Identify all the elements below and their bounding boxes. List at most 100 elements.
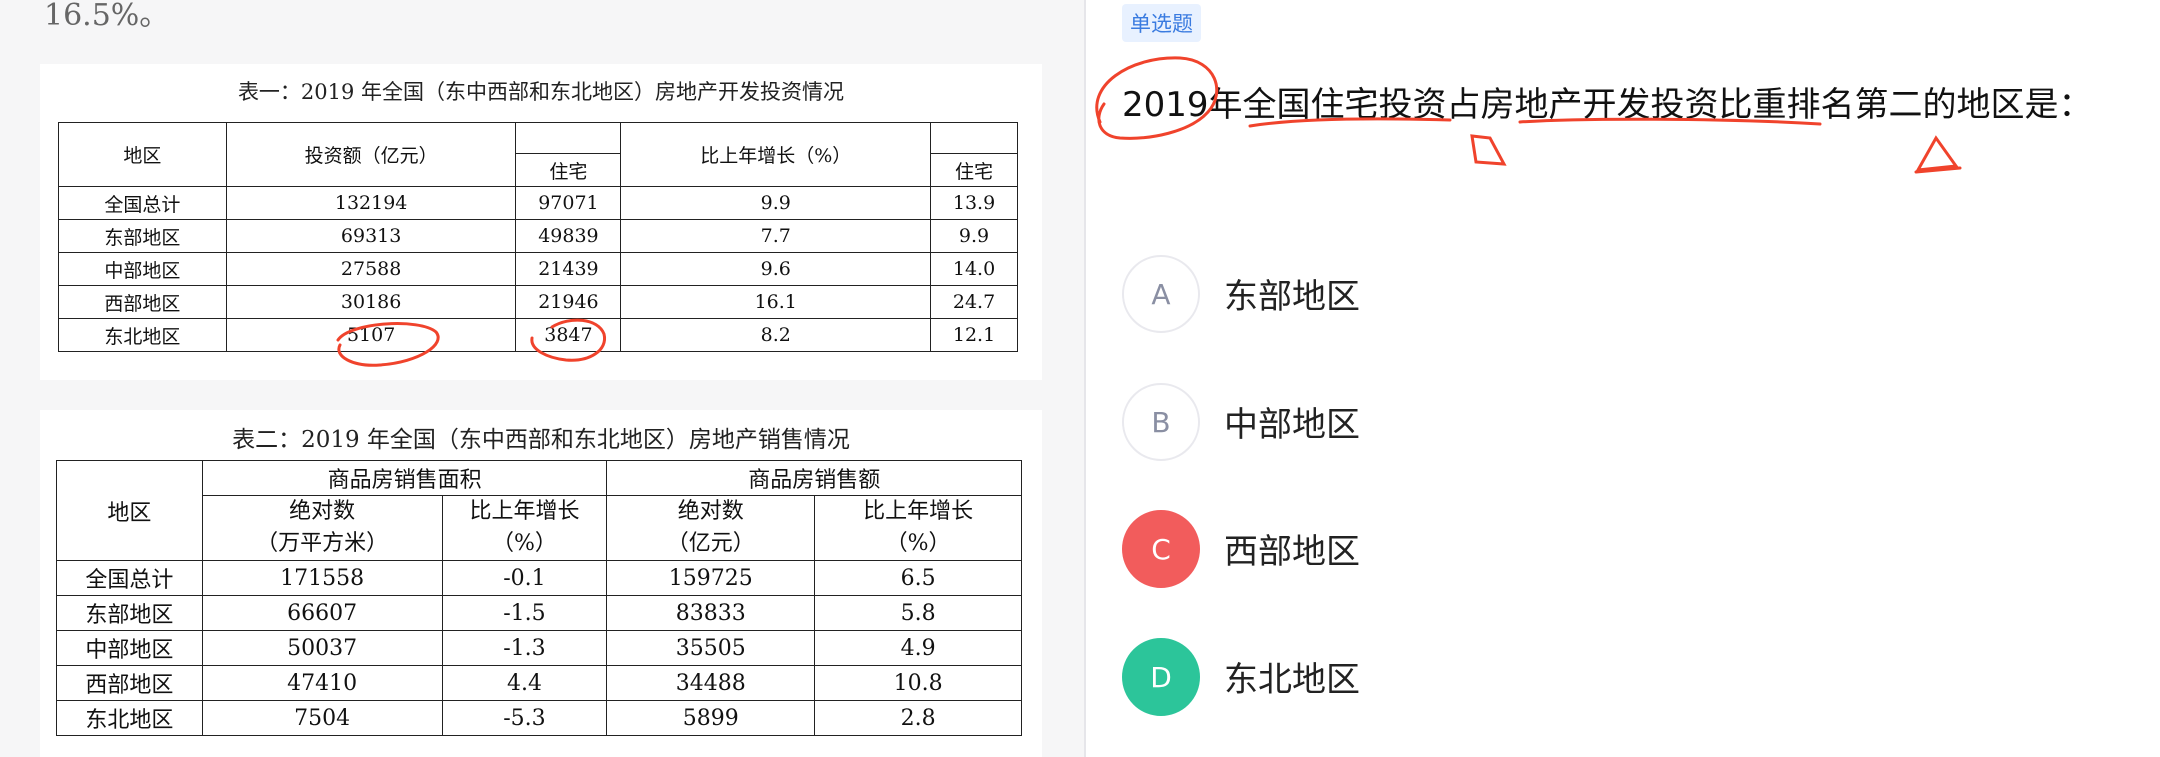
row-region: 东部地区 — [56, 595, 203, 631]
row-region: 西部地区 — [58, 285, 227, 319]
header-area-growth: 比上年增长 （%） — [441, 495, 608, 561]
header-line: 比上年增长 — [469, 499, 580, 524]
table-cell: 132194 — [225, 186, 517, 220]
table2-title: 表二：2019 年全国（东中西部和东北地区）房地产销售情况 — [232, 427, 850, 453]
table-cell: 16.1 — [620, 285, 932, 319]
table-cell: -5.3 — [441, 700, 608, 736]
question-type-badge: 单选题 — [1122, 4, 1201, 42]
table-row: 中部地区 27588 21439 9.6 14.0 — [58, 252, 1018, 286]
table-cell: 97071 — [515, 186, 622, 220]
table-cell: 9.9 — [620, 186, 932, 220]
table-cell: 35505 — [606, 630, 816, 666]
table-cell: -1.5 — [441, 595, 608, 631]
option-b[interactable]: B 中部地区 — [1122, 383, 1722, 463]
table-cell: 50037 — [201, 630, 443, 666]
header-amount-group: 商品房销售额 — [606, 460, 1022, 496]
header-line: 绝对数 — [677, 499, 744, 524]
row-region: 全国总计 — [56, 560, 203, 596]
sales-table: 地区 商品房销售面积 商品房销售额 绝对数 （万平方米） 比上年增长 （%） 绝对数… — [56, 460, 1022, 736]
table-cell: 7.7 — [620, 219, 932, 253]
table-cell: 8.2 — [620, 318, 932, 352]
header-line: （亿元） — [666, 531, 755, 556]
investment-table: 地区 投资额（亿元） 比上年增长（%） 住宅 住宅 全国总计 132194 9707… — [58, 122, 1018, 352]
header-residential: 住宅 — [515, 153, 622, 187]
option-letter: D — [1122, 638, 1200, 716]
table-cell: 24.7 — [930, 285, 1018, 319]
row-region: 中部地区 — [58, 252, 227, 286]
option-letter: C — [1122, 510, 1200, 588]
table-cell: 159725 — [606, 560, 816, 596]
header-line: （%） — [492, 531, 557, 556]
question-text: 2019年全国住宅投资占房地产开发投资比重排名第二的地区是： — [1122, 85, 2093, 125]
table-row: 全国总计 132194 97071 9.9 13.9 — [58, 186, 1018, 220]
option-label: 中部地区 — [1224, 405, 1360, 445]
row-region: 东北地区 — [58, 318, 227, 352]
table-cell: 9.9 — [930, 219, 1018, 253]
table-cell: 6.5 — [814, 560, 1022, 596]
table-row: 东部地区 69313 49839 7.7 9.9 — [58, 219, 1018, 253]
header-growth-residential: 住宅 — [930, 153, 1018, 187]
table-cell: 7504 — [201, 700, 443, 736]
table-row: 全国总计 171558 -0.1 159725 6.5 — [56, 560, 1022, 596]
header-line: 绝对数 — [289, 499, 356, 524]
table-cell: 30186 — [225, 285, 517, 319]
header-area-abs: 绝对数 （万平方米） — [201, 495, 443, 561]
table-cell: 3847 — [515, 318, 622, 352]
material-pane: 16.5%。 表一：2019 年全国（东中西部和东北地区）房地产开发投资情况 地… — [0, 0, 1084, 757]
table-cell: 49839 — [515, 219, 622, 253]
row-region: 东部地区 — [58, 219, 227, 253]
option-a[interactable]: A 东部地区 — [1122, 255, 1722, 335]
header-line: （%） — [885, 531, 951, 556]
text-fragment: 16.5%。 — [44, 0, 170, 33]
option-label: 西部地区 — [1224, 532, 1360, 572]
table-row: 东北地区 7504 -5.3 5899 2.8 — [56, 700, 1022, 736]
header-investment: 投资额（亿元） — [225, 122, 517, 187]
row-region: 东北地区 — [56, 700, 203, 736]
table-cell: 47410 — [201, 665, 443, 701]
table2-card: 表二：2019 年全国（东中西部和东北地区）房地产销售情况 地区 商品房销售面积… — [40, 410, 1042, 757]
table-cell: 5899 — [606, 700, 816, 736]
table-row: 西部地区 47410 4.4 34488 10.8 — [56, 665, 1022, 701]
header-region: 地区 — [56, 460, 203, 561]
table1-card: 表一：2019 年全国（东中西部和东北地区）房地产开发投资情况 地区 投资额（亿… — [40, 64, 1042, 380]
table-cell: 21946 — [515, 285, 622, 319]
table-cell: 2.8 — [814, 700, 1022, 736]
header-growth: 比上年增长（%） — [620, 122, 932, 187]
row-region: 中部地区 — [56, 630, 203, 666]
table-cell: -0.1 — [441, 560, 608, 596]
option-letter: B — [1122, 383, 1200, 461]
table-cell: 171558 — [201, 560, 443, 596]
option-label: 东北地区 — [1224, 660, 1360, 700]
table-cell: 12.1 — [930, 318, 1018, 352]
question-pane: 单选题 2019年全国住宅投资占房地产开发投资比重排名第二的地区是： A 东部地… — [1086, 0, 2160, 757]
table-cell: 14.0 — [930, 252, 1018, 286]
table-cell: 69313 — [225, 219, 517, 253]
table-row: 西部地区 30186 21946 16.1 24.7 — [58, 285, 1018, 319]
table-cell: 13.9 — [930, 186, 1018, 220]
header-area-group: 商品房销售面积 — [201, 460, 608, 496]
header-line: （万平方米） — [256, 531, 389, 556]
header-blank — [515, 122, 622, 154]
table-cell: 27588 — [225, 252, 517, 286]
table-row: 中部地区 50037 -1.3 35505 4.9 — [56, 630, 1022, 666]
table-cell: -1.3 — [441, 630, 608, 666]
table-cell: 34488 — [606, 665, 816, 701]
option-label: 东部地区 — [1224, 277, 1360, 317]
table-cell: 66607 — [201, 595, 443, 631]
table-cell: 21439 — [515, 252, 622, 286]
header-region: 地区 — [58, 122, 227, 187]
table-cell: 5107 — [225, 318, 517, 352]
table-cell: 5.8 — [814, 595, 1022, 631]
option-d[interactable]: D 东北地区 — [1122, 638, 1722, 718]
table-cell: 4.9 — [814, 630, 1022, 666]
option-letter: A — [1122, 255, 1200, 333]
header-line: 比上年增长 — [863, 499, 974, 524]
header-amount-growth: 比上年增长 （%） — [814, 495, 1022, 561]
table-cell: 9.6 — [620, 252, 932, 286]
header-blank — [930, 122, 1018, 154]
table1-title: 表一：2019 年全国（东中西部和东北地区）房地产开发投资情况 — [237, 80, 845, 104]
option-c[interactable]: C 西部地区 — [1122, 510, 1722, 590]
row-region: 西部地区 — [56, 665, 203, 701]
table-row: 东部地区 66607 -1.5 83833 5.8 — [56, 595, 1022, 631]
table-cell: 10.8 — [814, 665, 1022, 701]
